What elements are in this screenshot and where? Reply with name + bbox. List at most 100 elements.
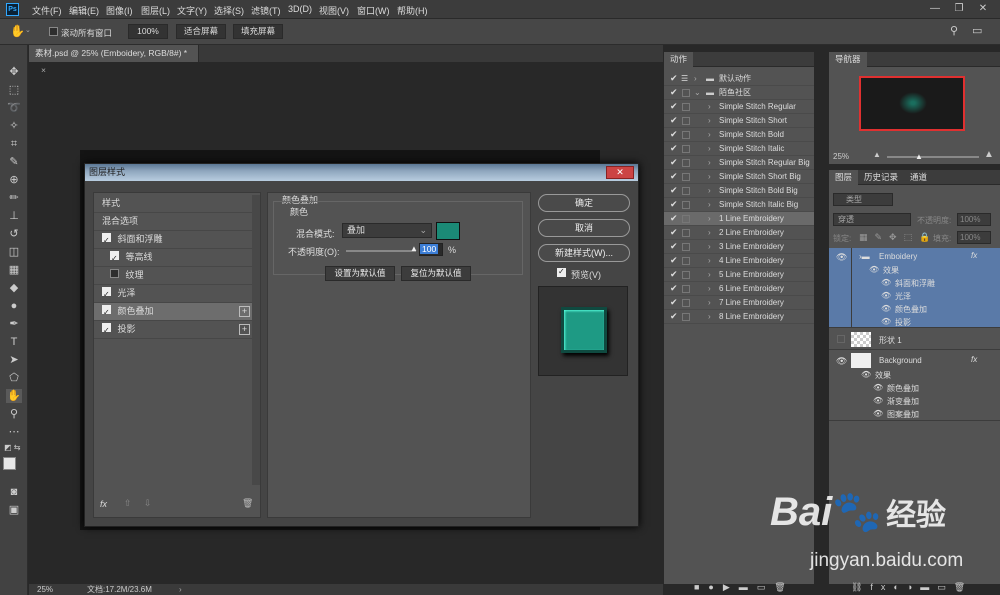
actions-tab[interactable]: 动作 [664,52,694,67]
action-item[interactable]: ✔ › Simple Stitch Italic Big [664,198,814,212]
visibility-eye-icon[interactable]: 👁 [836,252,847,263]
eyedropper-tool-icon[interactable]: ✎ [6,155,22,169]
cancel-button[interactable]: 取消 [538,219,630,237]
texture-checkbox[interactable] [110,269,119,278]
tab-layers[interactable]: 图层 [829,170,859,185]
action-set-moyu[interactable]: ✔ ⌄ ▬ 陌鱼社区 [664,86,814,100]
style-list-item-contour[interactable]: 等高线 [94,249,252,267]
fill-input[interactable]: 100% [957,231,991,244]
reset-default-button[interactable]: 复位为默认值 [401,266,471,281]
effect-eye-icon[interactable]: 👁 [881,304,891,313]
minimize-button[interactable]: — [926,2,944,16]
action-set-default[interactable]: ✔ ☰ › ▬ 默认动作 [664,72,814,86]
type-tool-icon[interactable]: T [6,335,22,349]
menu-filter[interactable]: 滤镜(T) [251,4,281,17]
path-select-tool-icon[interactable]: ➤ [6,353,22,367]
effects-eye-icon[interactable]: 👁 [861,370,871,379]
menu-type[interactable]: 文字(Y) [177,4,207,17]
gradient-tool-icon[interactable]: ▦ [6,263,22,277]
menu-select[interactable]: 选择(S) [214,4,244,17]
zoom-out-icon[interactable]: ▲ [873,150,881,159]
style-list-item-texture[interactable]: 纹理 [94,267,252,285]
blend-mode-layer-select[interactable]: 穿透 [833,213,911,226]
hidden-visibility-box[interactable] [837,335,845,343]
document-tab[interactable]: 素材.psd @ 25% (Emboidery, RGB/8#) * × [29,45,199,75]
move-up-icon[interactable]: ⇧ [124,498,132,509]
fill-screen-button[interactable]: 填充屏幕 [233,24,283,39]
fx-badge[interactable]: fx [971,355,977,364]
menu-help[interactable]: 帮助(H) [397,4,428,17]
layer-row-emboidery[interactable]: 👁 ›▬ Emboidery fx 👁 效果 👁 斜面和浮雕 👁 光泽 👁 颜色… [829,248,1000,328]
preview-checkbox[interactable] [557,267,566,279]
actions-footer-buttons[interactable]: ■●▶▬▭🗑 [694,582,795,593]
screen-mode-icon[interactable]: ▣ [6,503,22,517]
layers-footer-buttons[interactable]: ⛓fx◐◑▬▭🗑 [851,582,973,593]
zoom-in-icon[interactable]: ▲ [984,149,994,160]
ok-button[interactable]: 确定 [538,194,630,212]
search-icon[interactable]: ⚲ [950,24,958,37]
maximize-button[interactable]: ❐ [950,2,968,16]
zoom-100-button[interactable]: 100% [128,24,168,39]
layer-opacity-input[interactable]: 100% [957,213,991,226]
opacity-slider-track[interactable] [346,250,416,252]
action-item[interactable]: ✔ › 3 Line Embroidery [664,240,814,254]
navigator-zoom[interactable]: 25% [833,152,849,161]
style-list-item-styles[interactable]: 样式 [94,195,252,213]
status-arrow-icon[interactable]: › [179,584,182,595]
menu-3d[interactable]: 3D(D) [288,4,312,14]
layer-filter-select[interactable]: 类型 [833,193,893,206]
history-brush-tool-icon[interactable]: ↺ [6,227,22,241]
style-list-item-bevel-emboss[interactable]: 斜面和浮雕 [94,231,252,249]
navigator-preview[interactable] [859,76,965,131]
add-drop-shadow-icon[interactable]: + [239,324,250,335]
menu-image[interactable]: 图像(I) [106,4,133,17]
effect-eye-icon[interactable]: 👁 [881,291,891,300]
action-item[interactable]: ✔ › Simple Stitch Short [664,114,814,128]
layer-row-background[interactable]: 👁 Background fx 👁 效果 👁 颜色叠加 👁 渐变叠加 👁 图案叠… [829,351,1000,421]
workspace-icon[interactable]: ▭ [972,24,982,37]
style-list-item-color-overlay[interactable]: 颜色叠加 + [94,303,252,321]
menu-edit[interactable]: 编辑(E) [69,4,99,17]
effect-eye-icon[interactable]: 👁 [881,317,891,326]
action-item[interactable]: ✔ › Simple Stitch Bold [664,128,814,142]
bevel-emboss-checkbox[interactable] [102,232,111,249]
fit-screen-button[interactable]: 适合屏幕 [176,24,226,39]
tab-close-icon[interactable]: × [41,65,46,75]
action-item[interactable]: ✔ › Simple Stitch Short Big [664,170,814,184]
navigator-tab[interactable]: 导航器 [829,52,867,67]
hand-tool-active-icon[interactable]: ✋ [6,389,22,403]
stamp-tool-icon[interactable]: ⊥ [6,209,22,223]
action-item[interactable]: ✔ › Simple Stitch Regular [664,100,814,114]
action-item[interactable]: ✔ › 4 Line Embroidery [664,254,814,268]
healing-tool-icon[interactable]: ⊕ [6,173,22,187]
quick-mask-icon[interactable]: ◙ [6,485,22,499]
new-style-button[interactable]: 新建样式(W)... [538,244,630,262]
tab-history[interactable]: 历史记录 [858,170,904,185]
menu-file[interactable]: 文件(F) [32,4,62,17]
lasso-tool-icon[interactable]: ➰ [6,101,22,115]
action-item[interactable]: ✔ › 2 Line Embroidery [664,226,814,240]
action-item-selected[interactable]: ✔ › 1 Line Embroidery [664,212,814,226]
marquee-tool-icon[interactable]: ⬚ [6,83,22,97]
effect-eye-icon[interactable]: 👁 [881,278,891,287]
status-zoom[interactable]: 25% [37,584,53,595]
style-list-scrollbar[interactable] [252,195,260,485]
blur-tool-icon[interactable]: ◆ [6,281,22,295]
crop-tool-icon[interactable]: ⌗ [6,137,22,151]
action-item[interactable]: ✔ › 5 Line Embroidery [664,268,814,282]
style-list-item-blending-options[interactable]: 混合选项 [94,213,252,231]
tab-channels[interactable]: 通道 [904,170,933,185]
add-color-overlay-icon[interactable]: + [239,306,250,317]
satin-checkbox[interactable] [102,286,111,303]
brush-tool-icon[interactable]: ✏ [6,191,22,205]
tool-preset-chevron-icon[interactable]: ⌄ [25,26,31,34]
zoom-tool-icon[interactable]: ⚲ [6,407,22,421]
action-item[interactable]: ✔ › Simple Stitch Regular Big [664,156,814,170]
action-item[interactable]: ✔ › Simple Stitch Bold Big [664,184,814,198]
blend-mode-select[interactable]: 叠加 ⌄ [342,223,432,238]
menu-window[interactable]: 窗口(W) [357,4,390,17]
layer-row-shape[interactable]: 形状 1 [829,330,1000,350]
fx-menu-icon[interactable]: fx [100,499,107,509]
menu-view[interactable]: 视图(V) [319,4,349,17]
effect-eye-icon[interactable]: 👁 [873,409,883,418]
